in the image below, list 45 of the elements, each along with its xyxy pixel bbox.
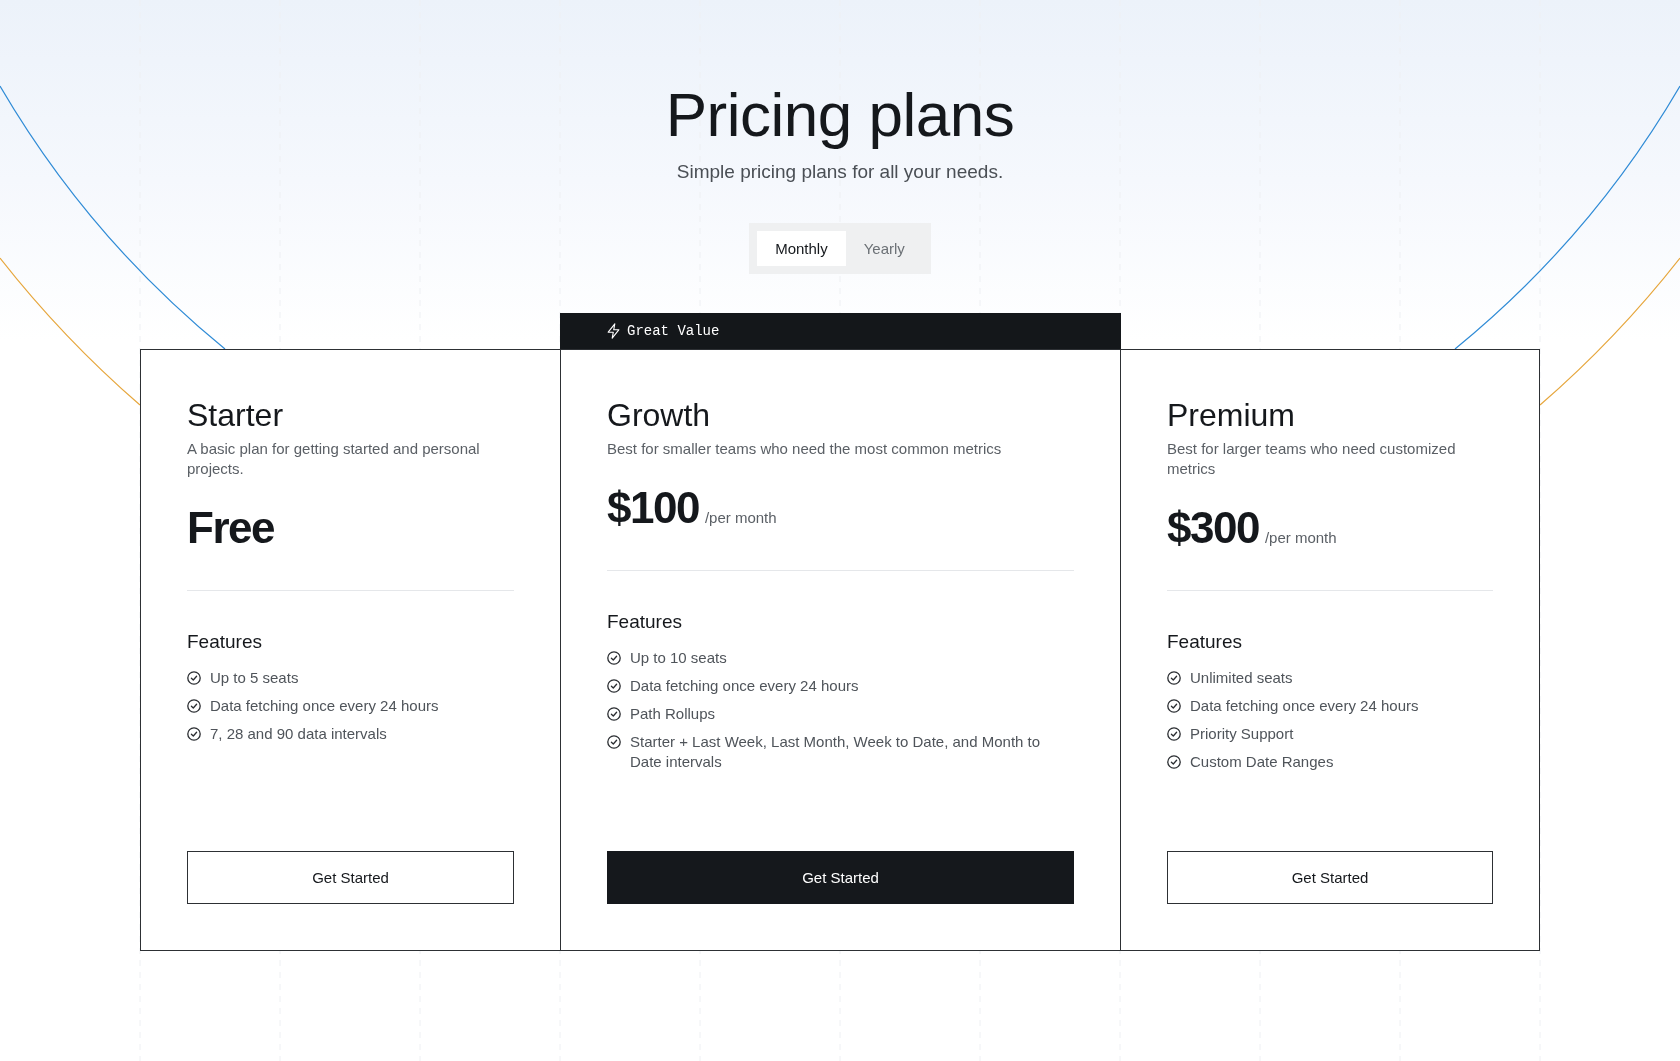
feature-text: Path Rollups <box>630 704 716 724</box>
plan-price: $100 <box>607 484 699 532</box>
plan-description: A basic plan for getting started and personal projects. <box>187 439 481 479</box>
price-period: /per month <box>704 509 777 526</box>
check-circle-icon <box>607 707 621 721</box>
feature-text: Up to 10 seats <box>630 648 727 668</box>
price-period: /per month <box>1264 529 1337 546</box>
billing-tab[interactable]: Yearly <box>845 231 923 266</box>
plan-name: Starter <box>187 396 285 434</box>
feature-text: Priority Support <box>1190 724 1294 744</box>
feature-text: Custom Date Ranges <box>1190 752 1334 772</box>
banner-label: Great Value <box>627 323 720 339</box>
feature-text: Starter + Last Week, Last Month, Week to Date, and Month to Date intervals <box>630 732 1042 772</box>
features-heading: Features <box>187 630 263 654</box>
feature-text: 7, 28 and 90 data intervals <box>210 724 387 744</box>
plan-name: Premium <box>1167 396 1296 434</box>
plan-description: Best for larger teams who need customized metrics <box>1167 439 1457 479</box>
get-started-button[interactable]: Get Started <box>1167 851 1493 904</box>
plan-name: Growth <box>607 396 712 434</box>
check-circle-icon <box>1167 671 1181 685</box>
billing-tab[interactable]: Monthly <box>757 231 846 266</box>
get-started-button[interactable]: Get Started <box>607 851 1074 904</box>
check-circle-icon <box>187 727 201 741</box>
plan-price: Free <box>187 504 274 552</box>
page-subtitle: Simple pricing plans for all your needs. <box>676 160 1004 184</box>
feature-text: Data fetching once every 24 hours <box>630 676 859 696</box>
plan-description: Best for smaller teams who need the most common metrics <box>607 439 1003 459</box>
features-heading: Features <box>607 610 683 634</box>
page-title: Pricing plans <box>665 79 1015 151</box>
check-circle-icon <box>607 651 621 665</box>
feature-text: Unlimited seats <box>1190 668 1293 688</box>
check-circle-icon <box>1167 727 1181 741</box>
feature-text: Data fetching once every 24 hours <box>210 696 439 716</box>
plan-price: $300 <box>1167 504 1259 552</box>
get-started-button[interactable]: Get Started <box>187 851 514 904</box>
check-circle-icon <box>187 671 201 685</box>
lightning-icon <box>607 323 620 339</box>
feature-text: Data fetching once every 24 hours <box>1190 696 1419 716</box>
check-circle-icon <box>1167 699 1181 713</box>
check-circle-icon <box>187 699 201 713</box>
check-circle-icon <box>1167 755 1181 769</box>
features-heading: Features <box>1167 630 1243 654</box>
check-circle-icon <box>607 735 621 749</box>
check-circle-icon <box>607 679 621 693</box>
feature-text: Up to 5 seats <box>210 668 299 688</box>
